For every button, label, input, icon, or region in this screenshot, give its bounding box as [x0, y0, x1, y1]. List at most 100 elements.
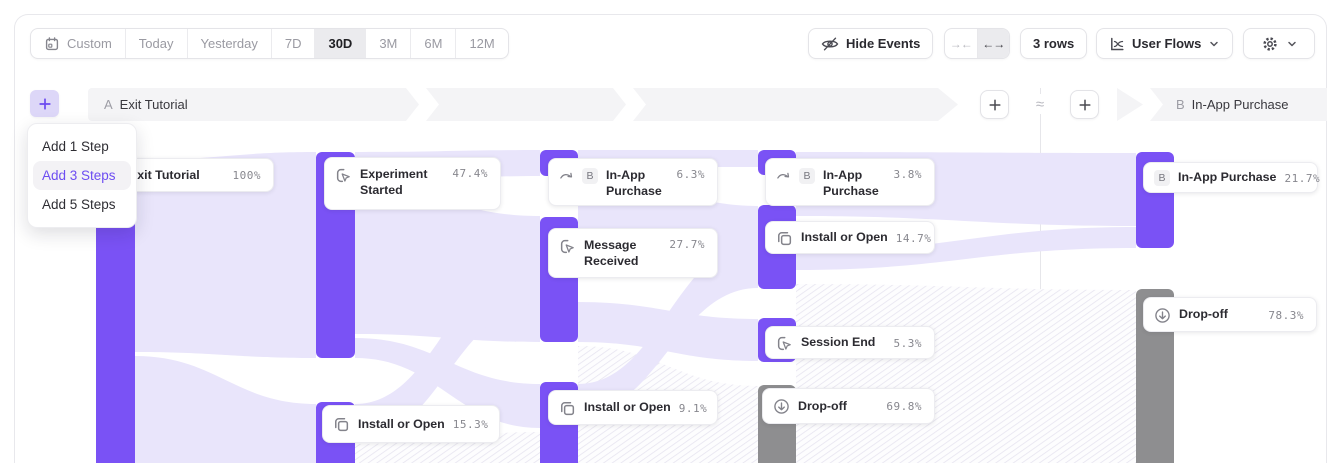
- step-b-badge: B: [582, 168, 598, 184]
- node-label: Drop-off: [1179, 306, 1260, 322]
- cursor-click-icon: [776, 335, 793, 352]
- flow-node-card-message-received[interactable]: Message Received 27.7%: [548, 228, 718, 278]
- step-b-label[interactable]: B In-App Purchase: [1150, 88, 1327, 121]
- add-step-before-divider-button[interactable]: [980, 90, 1009, 119]
- node-label: Experiment Started: [360, 166, 444, 198]
- user-flows-icon: [1109, 36, 1125, 52]
- node-label: Install or Open: [358, 416, 445, 432]
- cursor-click-icon: [335, 167, 352, 184]
- date-range-6m[interactable]: 6M: [411, 29, 456, 58]
- skip-arrow-icon: [776, 168, 791, 183]
- date-range-label: 6M: [424, 36, 442, 51]
- section-divider: [1040, 88, 1041, 463]
- node-label: Drop-off: [798, 398, 878, 414]
- flow-node-card-install-or-open[interactable]: Install or Open 15.3%: [322, 405, 500, 443]
- step-name: In-App Purchase: [1192, 97, 1289, 112]
- chart-type-dropdown[interactable]: User Flows: [1096, 28, 1233, 59]
- skip-arrow-icon: [559, 168, 574, 183]
- date-range-yesterday[interactable]: Yesterday: [188, 29, 272, 58]
- node-percentage: 69.8%: [886, 400, 922, 413]
- menu-item-add-3-steps[interactable]: Add 3 Steps: [33, 161, 131, 190]
- date-range-30d[interactable]: 30D: [315, 29, 366, 58]
- eye-off-icon: [821, 37, 839, 51]
- date-range-custom[interactable]: Custom: [31, 29, 126, 58]
- node-percentage: 15.3%: [453, 418, 489, 431]
- chart-type-label: User Flows: [1132, 36, 1201, 51]
- flow-node-card-in-app-purchase[interactable]: B In-App Purchase 21.7%: [1143, 162, 1318, 193]
- date-range-label: 7D: [285, 36, 302, 51]
- collapsed-steps-indicator: ≈: [1029, 94, 1051, 114]
- step-a-label: A Exit Tutorial: [104, 88, 188, 121]
- step-name: Exit Tutorial: [120, 97, 188, 112]
- node-label: Install or Open: [584, 399, 671, 415]
- rows-button[interactable]: 3 rows: [1020, 28, 1087, 59]
- flow-node-card-in-app-purchase[interactable]: B In-App Purchase 3.8%: [765, 158, 935, 206]
- node-percentage: 100%: [233, 169, 262, 182]
- gear-icon: [1261, 35, 1279, 53]
- date-range-label: Custom: [67, 36, 112, 51]
- cursor-click-icon: [559, 238, 576, 255]
- rows-label: 3 rows: [1033, 36, 1074, 51]
- step-letter: A: [104, 97, 113, 112]
- flow-node-card-install-or-open[interactable]: Install or Open 9.1%: [548, 390, 718, 425]
- date-range-3m[interactable]: 3M: [366, 29, 411, 58]
- flow-node-card-drop-off[interactable]: Drop-off 69.8%: [762, 388, 935, 424]
- node-percentage: 21.7%: [1284, 172, 1320, 185]
- windows-icon: [776, 230, 793, 247]
- flow-node-card-session-end[interactable]: Session End 5.3%: [765, 326, 935, 359]
- date-range-label: 12M: [469, 36, 494, 51]
- node-percentage: 47.4%: [452, 167, 488, 180]
- step-b-badge: B: [799, 168, 815, 184]
- dropoff-arrow-icon: [773, 398, 790, 415]
- windows-icon: [559, 400, 576, 417]
- node-percentage: 27.7%: [669, 238, 705, 251]
- settings-dropdown[interactable]: [1243, 28, 1315, 59]
- funnel-step-segment[interactable]: [219, 88, 419, 121]
- node-percentage: 3.8%: [894, 168, 923, 181]
- flow-node-card-drop-off[interactable]: Drop-off 78.3%: [1143, 297, 1317, 332]
- node-label: In-App Purchase: [606, 167, 669, 199]
- width-toggle: →← ←→: [944, 28, 1010, 59]
- windows-icon: [333, 416, 350, 433]
- date-range-label: 30D: [328, 36, 352, 51]
- add-step-after-divider-button[interactable]: [1070, 90, 1099, 119]
- node-percentage: 78.3%: [1268, 309, 1304, 322]
- node-label: In-App Purchase: [823, 167, 886, 199]
- node-label: Message Received: [584, 237, 661, 269]
- date-range-label: 3M: [379, 36, 397, 51]
- add-step-button[interactable]: [30, 90, 59, 117]
- date-range-selector[interactable]: Custom Today Yesterday 7D 30D 3M 6M 12M: [30, 28, 509, 59]
- flow-node-card-experiment-started[interactable]: Experiment Started 47.4%: [324, 157, 501, 210]
- menu-item-add-5-steps[interactable]: Add 5 Steps: [33, 190, 131, 219]
- hide-events-button[interactable]: Hide Events: [808, 28, 933, 59]
- collapse-width-button[interactable]: →←: [945, 29, 978, 58]
- node-percentage: 14.7%: [896, 232, 932, 245]
- node-label: Install or Open: [801, 229, 888, 245]
- step-letter: B: [1176, 97, 1185, 112]
- node-label: Session End: [801, 334, 886, 350]
- node-label: In-App Purchase: [1178, 169, 1276, 185]
- flow-node-card-install-or-open[interactable]: Install or Open 14.7%: [765, 221, 935, 254]
- date-range-7d[interactable]: 7D: [272, 29, 316, 58]
- funnel-step-segment[interactable]: [633, 88, 958, 121]
- node-percentage: 6.3%: [677, 168, 706, 181]
- dropoff-arrow-icon: [1154, 307, 1171, 324]
- hide-events-label: Hide Events: [846, 36, 920, 51]
- date-range-today[interactable]: Today: [126, 29, 188, 58]
- chevron-down-icon: [1286, 38, 1298, 50]
- node-percentage: 5.3%: [894, 337, 923, 350]
- expand-width-button[interactable]: ←→: [978, 29, 1010, 58]
- funnel-step-segment[interactable]: [426, 88, 626, 121]
- node-percentage: 9.1%: [679, 402, 708, 415]
- add-step-menu: Add 1 StepAdd 3 StepsAdd 5 Steps: [27, 123, 137, 228]
- date-range-12m[interactable]: 12M: [456, 29, 507, 58]
- node-label: Exit Tutorial: [129, 167, 225, 183]
- date-range-label: Today: [139, 36, 174, 51]
- chevron-down-icon: [1208, 38, 1220, 50]
- step-b-badge: B: [1154, 170, 1170, 186]
- flow-node-card-exit-tutorial[interactable]: Exit Tutorial 100%: [118, 158, 274, 192]
- menu-item-add-1-step[interactable]: Add 1 Step: [33, 132, 131, 161]
- flow-node-card-in-app-purchase[interactable]: B In-App Purchase 6.3%: [548, 158, 718, 206]
- date-range-label: Yesterday: [201, 36, 258, 51]
- calendar-icon: [44, 36, 60, 52]
